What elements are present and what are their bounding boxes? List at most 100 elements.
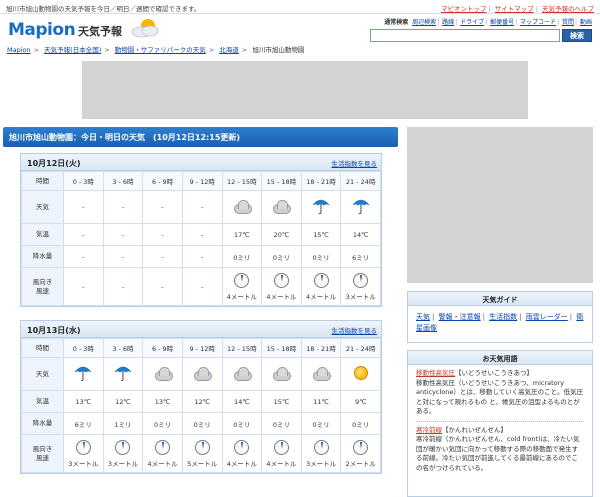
umbrella-icon (73, 366, 93, 384)
search-nav-video[interactable]: 動画 (580, 19, 592, 26)
weather-terms-box: お天気用語 移動性高気圧【いどうせいこうきあつ】 移動性高気圧（いどうせいこうき… (407, 350, 593, 497)
search-nav-nearby[interactable]: 周辺検索 (412, 19, 436, 26)
temp-cell: 20℃ (261, 223, 302, 246)
mapion-logo[interactable]: Mapion (8, 20, 76, 40)
temp-cell: 13℃ (63, 390, 104, 413)
time-cell: 3 - 6時 (102, 171, 144, 191)
precip-cell: - (142, 245, 183, 268)
time-cell: 12 - 15時 (221, 171, 263, 191)
search-nav-label: 通常検索 (384, 19, 409, 26)
breadcrumb: Mapion > 天気予報(日本全国) > 動物園・サファリパークの天気 > 北海道 >… (7, 46, 305, 54)
term-description: 寒冷前線（かんれいぜんせん、cold front)は、冷たい気団が暖かい気団に向… (416, 435, 580, 472)
search-nav: 通常検索 周辺検索| 路線| ドライブ| 郵便番号| マップコード| 質問| 動… (384, 19, 592, 26)
sun-icon (353, 366, 368, 380)
search-button[interactable]: 検索 (562, 29, 592, 42)
precip-cell: 0ミリ (181, 412, 223, 435)
breadcrumb-weather-japan[interactable]: 天気予報(日本全国) (44, 46, 101, 54)
guide-link-weather[interactable]: 天気 (416, 313, 430, 321)
wind-cell: 4メートル (221, 267, 263, 306)
temp-cell: 13℃ (142, 390, 183, 413)
row-label-temp: 気温 (21, 390, 64, 413)
guide-link-life-index[interactable]: 生活指数 (489, 313, 517, 321)
top-link-help[interactable]: 天気予報のヘルプ (542, 5, 594, 13)
weather-cell: - (142, 190, 183, 224)
precip-cell: 6ミリ (63, 412, 104, 435)
wind-compass-icon (273, 272, 289, 288)
precip-cell: 0ミリ (221, 245, 263, 268)
wind-cell: - (181, 267, 223, 306)
wind-cell: 2メートル (340, 434, 381, 473)
wind-empty: - (201, 282, 204, 291)
wind-cell: 3メートル (340, 267, 381, 306)
wind-cell: 3メートル (102, 434, 144, 473)
precip-cell: 0ミリ (340, 412, 381, 435)
ad-banner-right[interactable] (407, 127, 593, 283)
term-link[interactable]: 移動性高気圧 (416, 369, 455, 377)
guide-link-rain-radar[interactable]: 雨雲レーダー (526, 313, 568, 321)
term-link[interactable]: 寒冷前線 (416, 426, 442, 434)
search-input[interactable] (370, 29, 560, 42)
precip-cell: 6ミリ (340, 245, 381, 268)
top-link-mapion[interactable]: マピオントップ (441, 5, 487, 13)
wind-empty: - (121, 282, 125, 291)
wind-compass-icon (313, 439, 329, 455)
temp-cell: 15℃ (300, 223, 342, 246)
wind-cell: - (142, 267, 183, 306)
wind-cell: - (102, 267, 144, 306)
top-link-sitemap[interactable]: サイトマップ (495, 5, 534, 13)
wind-compass-icon (313, 272, 329, 288)
wind-cell: 5メートル (181, 434, 223, 473)
forecast-table: 時間 0 - 3時 3 - 6時 6 - 9時 9 - 12時 12 - 15時… (21, 171, 381, 306)
wind-compass-icon (353, 439, 369, 455)
search-nav-mapcode[interactable]: マップコード (520, 19, 556, 26)
cloud-icon (271, 366, 292, 381)
life-index-link[interactable]: 生活指数を見る (332, 325, 378, 335)
breadcrumb-zoo-weather[interactable]: 動物園・サファリパークの天気 (115, 46, 206, 54)
life-index-link[interactable]: 生活指数を見る (332, 158, 378, 168)
breadcrumb-mapion[interactable]: Mapion (7, 46, 31, 54)
wind-row: 風向き 風速 - - - - 4メートル 4メートル 4メートル 3メートル (21, 267, 381, 306)
precip-cell: 1ミリ (102, 412, 144, 435)
time-row: 時間 0 - 3時 3 - 6時 6 - 9時 9 - 12時 12 - 15時… (21, 171, 381, 191)
ad-banner-top[interactable] (82, 61, 528, 119)
wind-compass-icon (273, 439, 289, 455)
sun-cloud-logo-icon (131, 19, 159, 38)
weather-row: 天気 (21, 357, 381, 391)
term-item: 寒冷前線【かんれいぜんせん】 寒冷前線（かんれいぜんせん、cold front)… (416, 426, 584, 474)
breadcrumb-current: 旭川市旭山動物園 (252, 46, 305, 54)
breadcrumb-hokkaido[interactable]: 北海道 (219, 46, 239, 54)
weather-empty: - (201, 203, 204, 211)
row-label-weather: 天気 (21, 357, 64, 391)
temperature-row: 気温 - - - - 17℃ 20℃ 15℃ 14℃ (21, 223, 381, 246)
weather-cell (261, 357, 302, 391)
weather-cell (221, 190, 263, 224)
wind-speed: 2メートル (345, 459, 376, 468)
search-nav-question[interactable]: 質問 (562, 19, 574, 26)
forecast-day-2: 10月13日(水) 生活指数を見る 時間 0 - 3時 3 - 6時 6 - 9… (20, 320, 382, 474)
wind-speed: 3メートル (107, 459, 138, 468)
umbrella-icon (113, 366, 133, 384)
page-description: 旭川市旭山動物園の天気予報を今日／明日／週間で確認できます。 (6, 5, 201, 13)
time-row: 時間 0 - 3時 3 - 6時 6 - 9時 9 - 12時 12 - 15時… (21, 338, 381, 358)
wind-speed: 4メートル (266, 292, 297, 301)
search-nav-postal[interactable]: 郵便番号 (490, 19, 514, 26)
weather-cell (221, 357, 263, 391)
umbrella-icon (351, 199, 371, 217)
precip-row: 降水量 6ミリ 1ミリ 0ミリ 0ミリ 0ミリ 0ミリ 0ミリ 0ミリ (21, 412, 381, 435)
time-cell: 3 - 6時 (102, 338, 144, 358)
wind-speed: 4メートル (266, 459, 297, 468)
time-cell: 15 - 18時 (261, 171, 302, 191)
wind-cell: 4メートル (261, 434, 302, 473)
cloud-icon (232, 366, 252, 381)
search-nav-drive[interactable]: ドライブ (460, 19, 484, 26)
temp-cell: - (142, 223, 183, 246)
weather-empty: - (82, 203, 85, 211)
guide-link-warnings[interactable]: 警報・注意報 (439, 313, 481, 321)
term-description: 移動性高気圧（いどうせいこうきあつ、micratory anticyclone）… (416, 378, 584, 416)
search-nav-route[interactable]: 路線 (442, 19, 454, 26)
temp-cell: 17℃ (221, 223, 263, 246)
day-header: 10月13日(水) 生活指数を見る (21, 321, 381, 338)
weather-cell (300, 190, 342, 224)
day-date: 10月13日(水) (27, 326, 81, 335)
wind-compass-icon (353, 272, 369, 288)
